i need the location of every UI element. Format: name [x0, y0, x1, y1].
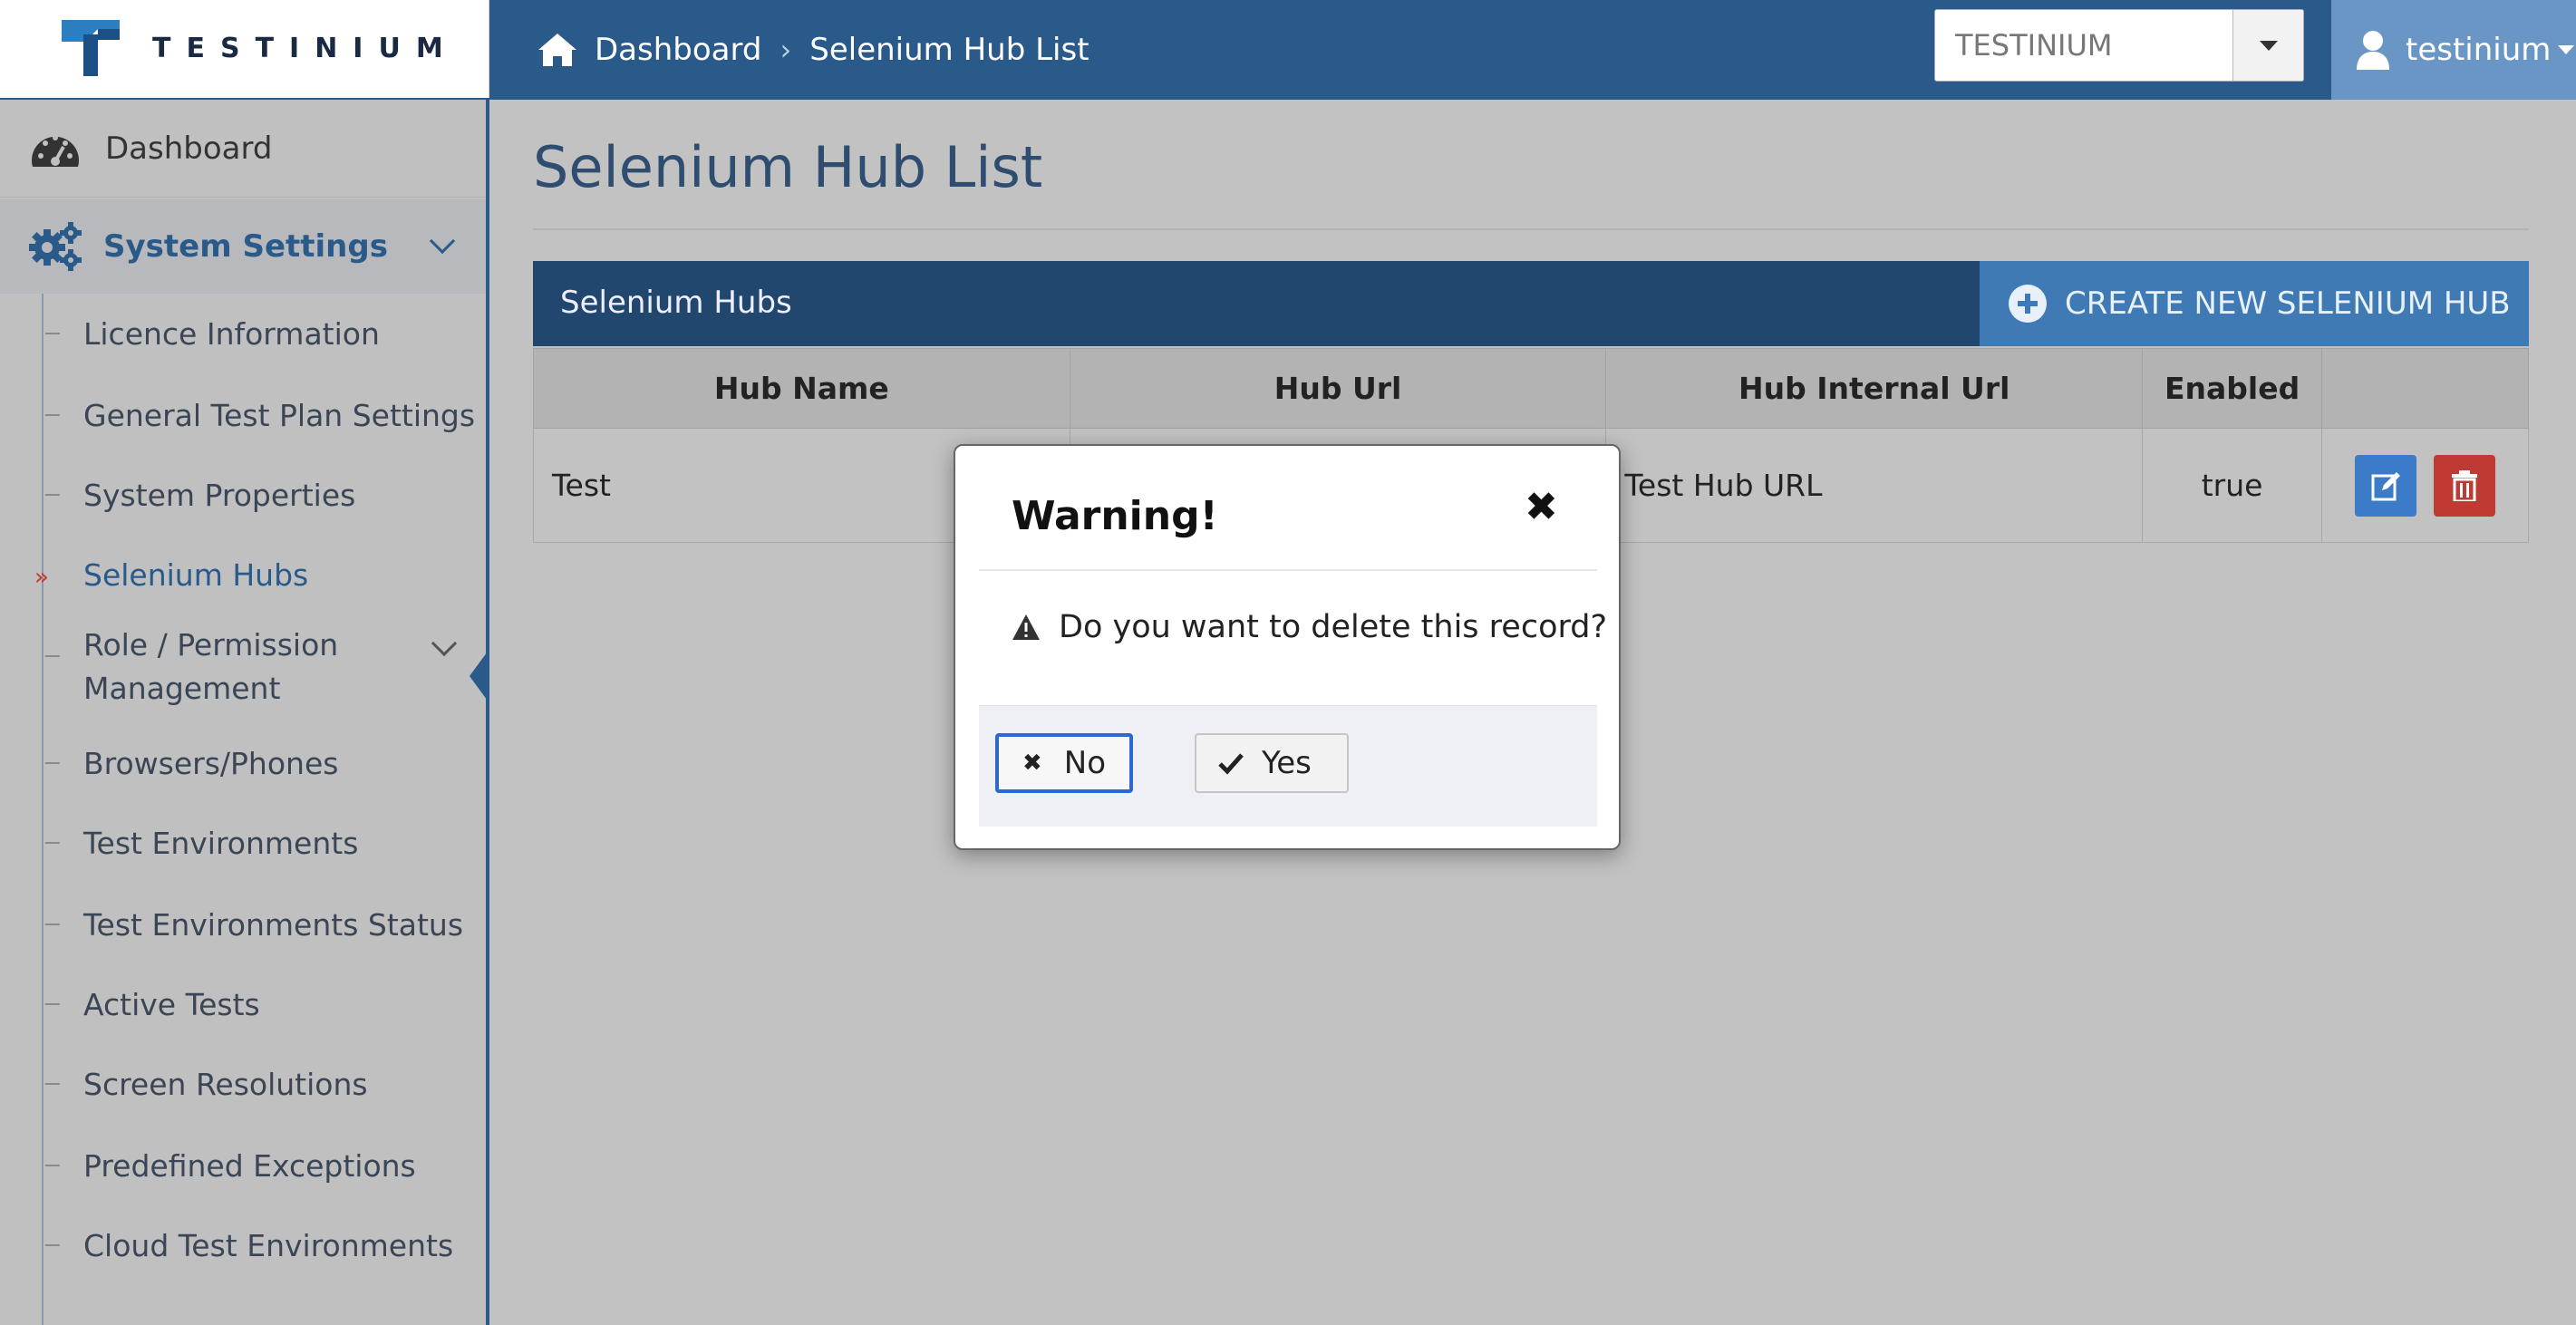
dash-icon	[45, 1083, 60, 1085]
sidebar-item-test-environments[interactable]: Test Environments	[0, 803, 486, 883]
plus-circle-icon	[2009, 285, 2047, 323]
edit-button[interactable]	[2355, 454, 2417, 517]
dash-icon	[45, 655, 60, 657]
sidebar-item-active-tests[interactable]: Active Tests	[0, 964, 486, 1044]
dash-icon	[45, 1244, 60, 1246]
column-header-actions	[2321, 348, 2529, 429]
divider	[533, 228, 2529, 230]
gears-icon	[29, 222, 82, 271]
dialog-message: Do you want to delete this record?	[1012, 609, 1607, 645]
sidebar: Dashboard System Settings Licence Inform…	[0, 100, 489, 1325]
sidebar-item-predefined-exceptions[interactable]: Predefined Exceptions	[0, 1126, 486, 1205]
create-selenium-hub-button[interactable]: CREATE NEW SELENIUM HUB	[1980, 261, 2529, 346]
trash-icon	[2451, 469, 2477, 501]
sidebar-item-label: Dashboard	[105, 130, 273, 167]
cell-enabled: true	[2142, 428, 2323, 543]
chevron-down-icon[interactable]	[429, 227, 456, 255]
company-select-value[interactable]: TESTINIUM	[1935, 10, 2232, 81]
dash-icon	[45, 762, 60, 764]
no-button-label: No	[1063, 745, 1107, 781]
dash-icon	[45, 333, 60, 334]
breadcrumb-separator-icon: ›	[780, 33, 792, 67]
sidebar-item-label: Selenium Hubs	[83, 556, 309, 593]
sidebar-item-label: General Test Plan Settings	[83, 397, 476, 433]
no-button[interactable]: ✖ No	[995, 733, 1133, 793]
top-bar: TESTINIUM Dashboard › Selenium Hub List …	[0, 0, 2576, 100]
sidebar-item-selenium-hubs[interactable]: » Selenium Hubs	[0, 535, 486, 614]
dash-icon	[45, 1165, 60, 1166]
divider	[979, 569, 1597, 571]
testinium-logo-icon	[62, 20, 120, 76]
dashboard-gauge-icon	[32, 134, 79, 167]
sidebar-item-label: System Settings	[103, 228, 388, 265]
dialog-footer: ✖ No Yes	[979, 705, 1597, 827]
dash-icon	[45, 414, 60, 416]
delete-button[interactable]	[2433, 454, 2495, 517]
column-header-hub-name[interactable]: Hub Name	[533, 348, 1070, 429]
yes-button[interactable]: Yes	[1195, 733, 1349, 793]
sidebar-item-label: Cloud Test Environments	[83, 1227, 454, 1263]
sidebar-item-label: Role / Permission Management	[83, 627, 339, 706]
table-header-row: Hub Name Hub Url Hub Internal Url Enable…	[533, 348, 2529, 429]
sidebar-item-general-test-plan-settings[interactable]: General Test Plan Settings	[0, 375, 486, 455]
sidebar-item-label: Active Tests	[83, 986, 260, 1022]
cell-hub-internal-url: Test Hub URL	[1605, 428, 2144, 543]
sidebar-item-role-permission-management[interactable]: Role / Permission Management	[0, 616, 486, 720]
sidebar-item-label: Browsers/Phones	[83, 745, 339, 781]
sidebar-item-licence-information[interactable]: Licence Information	[0, 294, 486, 373]
x-icon: ✖	[1022, 750, 1042, 777]
logo-text: TESTINIUM	[152, 33, 459, 64]
edit-icon	[2371, 471, 2401, 500]
delete-confirm-dialog: Warning! ✖ Do you want to delete this re…	[954, 444, 1621, 850]
breadcrumb: Dashboard › Selenium Hub List	[537, 25, 1089, 74]
sidebar-item-system-settings[interactable]: System Settings	[0, 199, 486, 294]
dash-icon	[45, 1003, 60, 1005]
create-button-label: CREATE NEW SELENIUM HUB	[2065, 285, 2511, 322]
user-icon	[2357, 31, 2389, 70]
breadcrumb-current: Selenium Hub List	[809, 32, 1089, 68]
sidebar-item-browsers-phones[interactable]: Browsers/Phones	[0, 723, 486, 803]
company-select-toggle[interactable]	[2232, 10, 2303, 81]
page-title: Selenium Hub List	[533, 134, 1043, 200]
sidebar-item-label: Test Environments	[83, 825, 359, 861]
sidebar-item-test-environments-status[interactable]: Test Environments Status	[0, 885, 486, 964]
column-header-hub-internal-url[interactable]: Hub Internal Url	[1605, 348, 2144, 429]
yes-button-label: Yes	[1262, 745, 1312, 781]
dash-icon	[45, 924, 60, 925]
sidebar-item-label: Screen Resolutions	[83, 1066, 368, 1102]
sidebar-item-label: Licence Information	[83, 315, 380, 352]
sidebar-item-system-properties[interactable]: System Properties	[0, 455, 486, 535]
close-icon[interactable]: ✖	[1525, 488, 1558, 527]
caret-down-icon	[2259, 40, 2278, 51]
check-icon	[1218, 753, 1244, 775]
panel-title: Selenium Hubs	[560, 285, 792, 321]
user-name: testinium	[2406, 32, 2552, 68]
dash-icon	[45, 494, 60, 496]
caret-down-icon	[2558, 45, 2575, 54]
user-menu-button[interactable]: testinium	[2331, 0, 2576, 100]
sidebar-item-label: Test Environments Status	[83, 906, 464, 943]
double-chevron-right-icon: »	[34, 564, 49, 591]
column-header-enabled[interactable]: Enabled	[2142, 348, 2323, 429]
active-item-indicator	[470, 649, 489, 703]
cell-actions	[2321, 428, 2529, 543]
company-select[interactable]: TESTINIUM	[1934, 9, 2304, 82]
dialog-message-text: Do you want to delete this record?	[1059, 609, 1608, 645]
sidebar-item-dashboard[interactable]: Dashboard	[0, 100, 486, 198]
sidebar-item-cloud-test-environments[interactable]: Cloud Test Environments	[0, 1205, 486, 1285]
dash-icon	[45, 842, 60, 844]
dialog-title: Warning!	[1012, 493, 1218, 539]
sidebar-item-label: System Properties	[83, 477, 356, 513]
sidebar-item-label: Predefined Exceptions	[83, 1147, 416, 1184]
breadcrumb-dashboard-link[interactable]: Dashboard	[595, 32, 761, 68]
chevron-down-icon[interactable]	[431, 630, 458, 657]
logo[interactable]: TESTINIUM	[0, 0, 489, 98]
warning-icon	[1012, 614, 1040, 640]
column-header-hub-url[interactable]: Hub Url	[1069, 348, 1607, 429]
home-icon[interactable]	[537, 32, 578, 68]
sidebar-item-screen-resolutions[interactable]: Screen Resolutions	[0, 1044, 486, 1124]
